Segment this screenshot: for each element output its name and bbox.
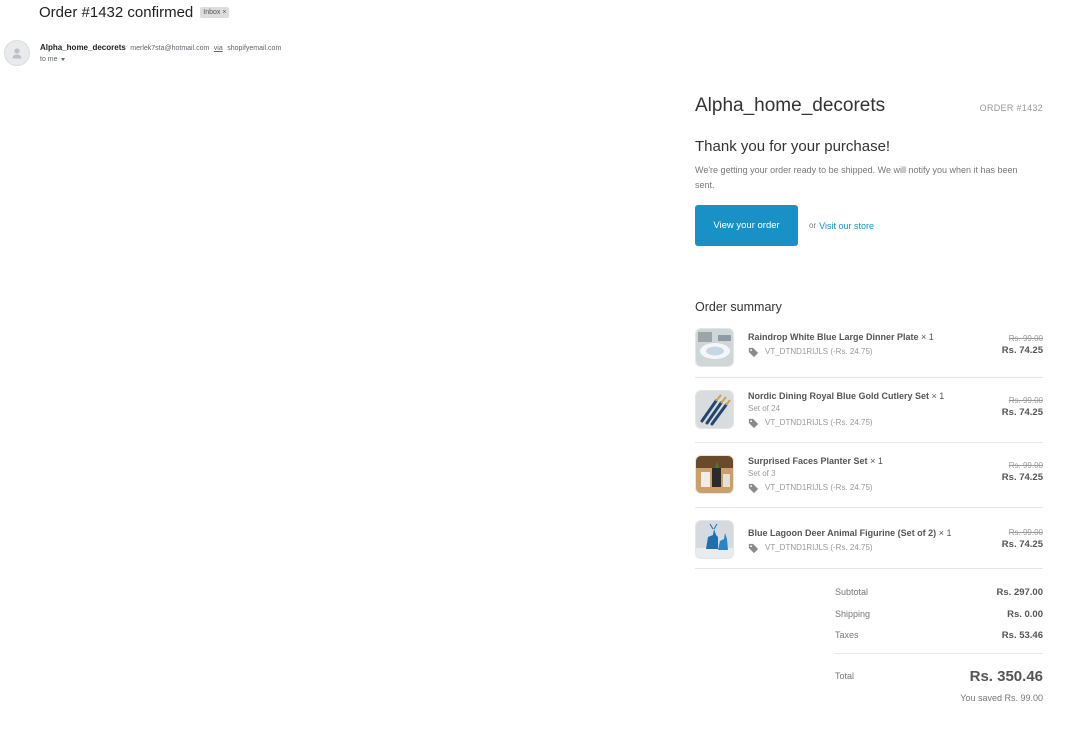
item-variant: Set of 24 <box>748 404 781 413</box>
product-thumbnail <box>695 455 734 494</box>
sender-row: Alpha_home_decorets merlek7sta@hotmail.c… <box>4 40 281 66</box>
original-price: Rs. 99.00 <box>1008 528 1043 537</box>
subtotal-row: Subtotal Rs. 297.00 <box>835 587 1043 609</box>
deer-figurine-image <box>696 521 733 558</box>
discount-code: VT_DTND1RIJLS (-Rs. 24.75) <box>765 418 873 427</box>
item-info: Raindrop White Blue Large Dinner Plate ×… <box>748 328 990 358</box>
sender-domain: shopifyemail.com <box>227 45 282 52</box>
product-thumbnail <box>695 390 734 429</box>
total-value: Rs. 350.46 <box>969 667 1043 685</box>
chevron-down-icon <box>60 58 65 61</box>
person-icon <box>12 48 22 59</box>
final-price: Rs. 74.25 <box>1001 539 1043 550</box>
item-name: Raindrop White Blue Large Dinner Plate <box>748 332 919 342</box>
item-title: Nordic Dining Royal Blue Gold Cutlery Se… <box>748 390 990 403</box>
item-quantity: × 1 <box>931 391 945 401</box>
shipping-value: Rs. 0.00 <box>1007 608 1043 620</box>
or-text: or <box>809 221 817 230</box>
item-title: Blue Lagoon Deer Animal Figurine (Set of… <box>748 527 990 540</box>
price-column: Rs. 99.00 Rs. 74.25 <box>1002 328 1043 358</box>
list-item: Blue Lagoon Deer Animal Figurine (Set of… <box>695 508 1043 569</box>
product-thumbnail <box>695 520 734 559</box>
store-header: Alpha_home_decorets ORDER #1432 <box>695 95 1043 117</box>
dinner-plate-image <box>696 329 733 366</box>
discount-code: VT_DTND1RIJLS (-Rs. 24.75) <box>765 483 873 492</box>
thank-you-heading: Thank you for your purchase! <box>695 138 891 155</box>
cutlery-set-image <box>696 391 733 428</box>
recipient-label: to me <box>40 56 58 63</box>
total-row: Total Rs. 350.46 <box>835 668 1043 685</box>
price-column: Rs. 99.00 Rs. 74.25 <box>1002 390 1043 420</box>
subtotal-label: Subtotal <box>835 587 869 597</box>
original-price: Rs. 99.00 <box>1008 334 1043 343</box>
list-item: Raindrop White Blue Large Dinner Plate ×… <box>695 328 1043 378</box>
order-totals: Subtotal Rs. 297.00 Shipping Rs. 0.00 Ta… <box>835 587 1043 703</box>
original-price: Rs. 99.00 <box>1008 396 1043 405</box>
recipient-toggle[interactable]: to me <box>40 54 281 65</box>
taxes-row: Taxes Rs. 53.46 <box>835 630 1043 652</box>
order-items: Raindrop White Blue Large Dinner Plate ×… <box>695 328 1043 569</box>
discount-code: VT_DTND1RIJLS (-Rs. 24.75) <box>765 543 873 552</box>
sender-email: merlek7sta@hotmail.com <box>130 45 210 52</box>
subtotal-value: Rs. 297.00 <box>996 587 1043 598</box>
tag-icon <box>748 483 759 493</box>
email-subject-bar: Order #1432 confirmed Inbox × <box>39 4 230 21</box>
price-column: Rs. 99.00 Rs. 74.25 <box>1002 520 1043 552</box>
order-number: ORDER #1432 <box>979 103 1043 113</box>
tag-icon <box>748 347 759 357</box>
email-subject: Order #1432 confirmed <box>39 4 194 21</box>
discount-code: VT_DTND1RIJLS (-Rs. 24.75) <box>765 347 873 356</box>
item-title: Raindrop White Blue Large Dinner Plate ×… <box>748 331 990 344</box>
product-thumbnail <box>695 328 734 367</box>
discount-line: VT_DTND1RIJLS (-Rs. 24.75) <box>748 417 990 429</box>
final-price: Rs. 74.25 <box>1001 407 1043 418</box>
item-quantity: × 1 <box>921 332 934 342</box>
final-price: Rs. 74.25 <box>1001 345 1043 356</box>
item-name: Nordic Dining Royal Blue Gold Cutlery Se… <box>748 391 930 401</box>
item-quantity: × 1 <box>938 528 952 538</box>
tag-icon <box>748 543 759 553</box>
taxes-value: Rs. 53.46 <box>1001 630 1043 641</box>
shipping-row: Shipping Rs. 0.00 <box>835 609 1043 631</box>
shipping-notice: We're getting your order ready to be shi… <box>695 165 1018 190</box>
inbox-label-badge[interactable]: Inbox × <box>200 7 230 18</box>
order-summary-title: Order summary <box>695 300 782 314</box>
sender-name[interactable]: Alpha_home_decorets <box>40 43 126 52</box>
item-title: Surprised Faces Planter Set × 1 <box>748 455 990 468</box>
taxes-label: Taxes <box>835 630 859 640</box>
price-column: Rs. 99.00 Rs. 74.25 <box>1002 455 1043 485</box>
discount-line: VT_DTND1RIJLS (-Rs. 24.75) <box>748 346 990 358</box>
discount-line: VT_DTND1RIJLS (-Rs. 24.75) <box>748 542 990 554</box>
avatar[interactable] <box>4 40 30 66</box>
via-link[interactable]: via <box>214 45 223 52</box>
cta-row: View your order or Visit our store <box>695 205 1043 246</box>
item-info: Surprised Faces Planter Set × 1 Set of 3… <box>748 455 990 494</box>
shipping-label: Shipping <box>835 608 871 619</box>
original-price: Rs. 99.00 <box>1008 461 1043 470</box>
tag-icon <box>748 418 759 428</box>
item-name: Blue Lagoon Deer Animal Figurine (Set of… <box>748 528 937 538</box>
sender-meta: Alpha_home_decorets merlek7sta@hotmail.c… <box>40 40 281 65</box>
item-info: Blue Lagoon Deer Animal Figurine (Set of… <box>748 520 990 554</box>
totals-divider <box>835 652 1043 654</box>
list-item: Nordic Dining Royal Blue Gold Cutlery Se… <box>695 378 1043 443</box>
order-confirmation-email: Alpha_home_decorets ORDER #1432 Thank yo… <box>695 95 1043 703</box>
planter-set-image <box>696 456 733 493</box>
item-variant: Set of 3 <box>748 469 776 478</box>
view-order-button[interactable]: View your order <box>695 205 798 246</box>
total-label: Total <box>835 671 855 681</box>
discount-line: VT_DTND1RIJLS (-Rs. 24.75) <box>748 482 990 494</box>
list-item: Surprised Faces Planter Set × 1 Set of 3… <box>695 443 1043 508</box>
final-price: Rs. 74.25 <box>1001 472 1043 483</box>
item-info: Nordic Dining Royal Blue Gold Cutlery Se… <box>748 390 990 429</box>
visit-store-link[interactable]: Visit our store <box>819 221 874 231</box>
item-name: Surprised Faces Planter Set <box>748 456 868 466</box>
store-name: Alpha_home_decorets <box>695 95 886 116</box>
item-quantity: × 1 <box>870 456 883 466</box>
savings-note: You saved Rs. 99.00 <box>960 692 1043 703</box>
